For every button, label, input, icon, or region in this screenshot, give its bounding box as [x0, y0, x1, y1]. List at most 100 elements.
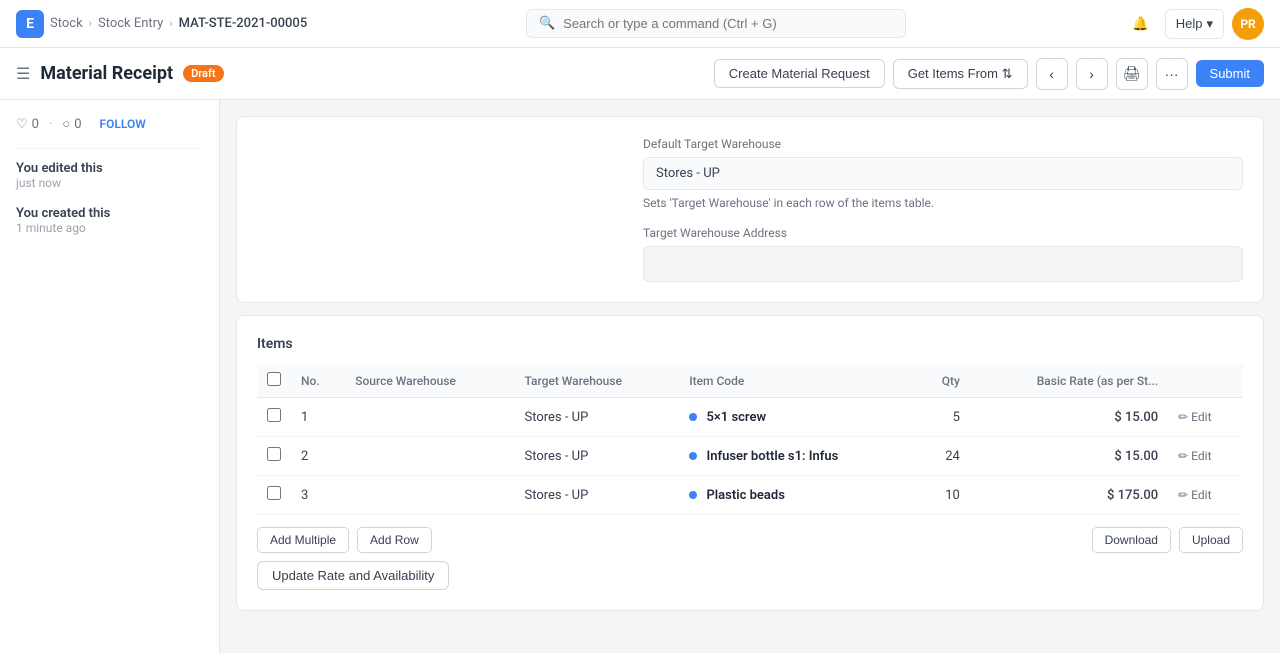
timeline-actor-1: You edited this — [16, 161, 203, 176]
notification-button[interactable]: 🔔 — [1125, 8, 1157, 40]
breadcrumb-sep-1: › — [89, 17, 92, 30]
page-header-left: ☰ Material Receipt Draft — [16, 63, 224, 84]
edit-link[interactable]: ✏ Edit — [1178, 488, 1233, 502]
items-card: Items No. Source Warehouse Target Wareho… — [236, 315, 1264, 611]
nav-right: 🔔 Help ▾ PR — [1125, 8, 1264, 40]
warehouse-card: Default Target Warehouse Stores - UP Set… — [236, 116, 1264, 303]
row-checkbox-cell — [257, 437, 291, 476]
row-checkbox[interactable] — [267, 447, 281, 461]
add-row-button[interactable]: Add Row — [357, 527, 432, 553]
likes-count: 0 — [32, 117, 39, 132]
status-badge: Draft — [183, 65, 223, 82]
sidebar: ♡ 0 · ○ 0 FOLLOW You edited this just no… — [0, 100, 220, 653]
table-row: 1 Stores - UP 5×1 screw 5 $ 15.00 ✏ Edit — [257, 398, 1243, 437]
nav-left: E Stock › Stock Entry › MAT-STE-2021-000… — [16, 10, 307, 38]
table-actions-left: Add Multiple Add Row — [257, 527, 432, 553]
help-button[interactable]: Help ▾ — [1165, 9, 1224, 39]
print-button[interactable]: 🖨 — [1116, 58, 1148, 90]
timeline-item-2: You created this 1 minute ago — [16, 206, 203, 235]
comment-icon[interactable]: ○ — [62, 116, 70, 132]
update-rate-button[interactable]: Update Rate and Availability — [257, 561, 449, 590]
row-qty: 10 — [916, 476, 969, 515]
app-icon[interactable]: E — [16, 10, 44, 38]
breadcrumb: Stock › Stock Entry › MAT-STE-2021-00005 — [50, 16, 307, 31]
header-qty: Qty — [916, 364, 969, 398]
page-header: ☰ Material Receipt Draft Create Material… — [0, 48, 1280, 100]
item-link[interactable]: Infuser bottle s1: Infus — [706, 449, 838, 464]
submit-button[interactable]: Submit — [1196, 60, 1264, 87]
header-basic-rate: Basic Rate (as per St... — [970, 364, 1168, 398]
table-row: 2 Stores - UP Infuser bottle s1: Infus 2… — [257, 437, 1243, 476]
row-edit-cell: ✏ Edit — [1168, 437, 1243, 476]
row-item-code: 5×1 screw — [679, 398, 916, 437]
main-content: Default Target Warehouse Stores - UP Set… — [220, 100, 1280, 653]
timeline-actor-2: You created this — [16, 206, 203, 221]
comments-container: ○ 0 — [62, 116, 81, 132]
update-rate-container: Update Rate and Availability — [257, 561, 1243, 590]
row-target-warehouse: Stores - UP — [514, 476, 679, 515]
item-link[interactable]: Plastic beads — [706, 488, 784, 503]
default-target-label: Default Target Warehouse — [643, 137, 1243, 151]
row-rate: $ 175.00 — [970, 476, 1168, 515]
top-nav: E Stock › Stock Entry › MAT-STE-2021-000… — [0, 0, 1280, 48]
table-row: 3 Stores - UP Plastic beads 10 $ 175.00 … — [257, 476, 1243, 515]
chevron-down-icon: ▾ — [1206, 16, 1213, 32]
select-all-checkbox[interactable] — [267, 372, 281, 386]
edit-link[interactable]: ✏ Edit — [1178, 410, 1233, 424]
breadcrumb-stock[interactable]: Stock — [50, 16, 83, 31]
more-options-button[interactable]: ··· — [1156, 58, 1188, 90]
row-checkbox[interactable] — [267, 408, 281, 422]
row-checkbox-cell — [257, 476, 291, 515]
items-table: No. Source Warehouse Target Warehouse It… — [257, 364, 1243, 515]
search-container: 🔍 — [526, 9, 906, 38]
likes-container: ♡ 0 — [16, 117, 39, 132]
table-actions-right: Download Upload — [1092, 527, 1243, 553]
page-header-right: Create Material Request Get Items From ⇅… — [714, 58, 1264, 90]
timeline-item-1: You edited this just now — [16, 161, 203, 190]
sidebar-actions: ♡ 0 · ○ 0 FOLLOW — [16, 116, 203, 132]
default-target-value: Stores - UP — [643, 157, 1243, 190]
row-target-warehouse: Stores - UP — [514, 398, 679, 437]
row-no: 1 — [291, 398, 345, 437]
table-header-row: No. Source Warehouse Target Warehouse It… — [257, 364, 1243, 398]
row-edit-cell: ✏ Edit — [1168, 398, 1243, 437]
next-button[interactable]: › — [1076, 58, 1108, 90]
row-source-warehouse — [345, 476, 514, 515]
row-item-code: Infuser bottle s1: Infus — [679, 437, 916, 476]
default-target-hint: Sets 'Target Warehouse' in each row of t… — [643, 196, 1243, 210]
item-dot-icon — [689, 452, 697, 460]
row-checkbox[interactable] — [267, 486, 281, 500]
create-material-request-button[interactable]: Create Material Request — [714, 59, 885, 88]
row-item-code: Plastic beads — [679, 476, 916, 515]
get-items-label: Get Items From — [908, 66, 998, 81]
breadcrumb-stock-entry[interactable]: Stock Entry — [98, 16, 163, 31]
timeline-when-1: just now — [16, 176, 203, 190]
item-dot-icon — [689, 413, 697, 421]
item-dot-icon — [689, 491, 697, 499]
row-checkbox-cell — [257, 398, 291, 437]
upload-button[interactable]: Upload — [1179, 527, 1243, 553]
edit-link[interactable]: ✏ Edit — [1178, 449, 1233, 463]
divider-1 — [16, 148, 203, 149]
header-checkbox-cell — [257, 364, 291, 398]
main-layout: ♡ 0 · ○ 0 FOLLOW You edited this just no… — [0, 100, 1280, 653]
row-rate: $ 15.00 — [970, 437, 1168, 476]
items-title: Items — [257, 336, 1243, 352]
follow-button[interactable]: FOLLOW — [100, 117, 146, 131]
timeline-when-2: 1 minute ago — [16, 221, 203, 235]
row-target-warehouse: Stores - UP — [514, 437, 679, 476]
row-edit-cell: ✏ Edit — [1168, 476, 1243, 515]
download-button[interactable]: Download — [1092, 527, 1171, 553]
comments-count: 0 — [74, 117, 81, 132]
get-items-from-button[interactable]: Get Items From ⇅ — [893, 59, 1028, 89]
breadcrumb-current: MAT-STE-2021-00005 — [179, 16, 308, 31]
heart-icon[interactable]: ♡ — [16, 117, 28, 132]
breadcrumb-sep-2: › — [169, 17, 172, 30]
add-multiple-button[interactable]: Add Multiple — [257, 527, 349, 553]
search-input[interactable] — [563, 16, 893, 31]
prev-button[interactable]: ‹ — [1036, 58, 1068, 90]
target-address-value — [643, 246, 1243, 282]
avatar[interactable]: PR — [1232, 8, 1264, 40]
sidebar-toggle-icon[interactable]: ☰ — [16, 64, 30, 83]
item-link[interactable]: 5×1 screw — [706, 410, 766, 425]
